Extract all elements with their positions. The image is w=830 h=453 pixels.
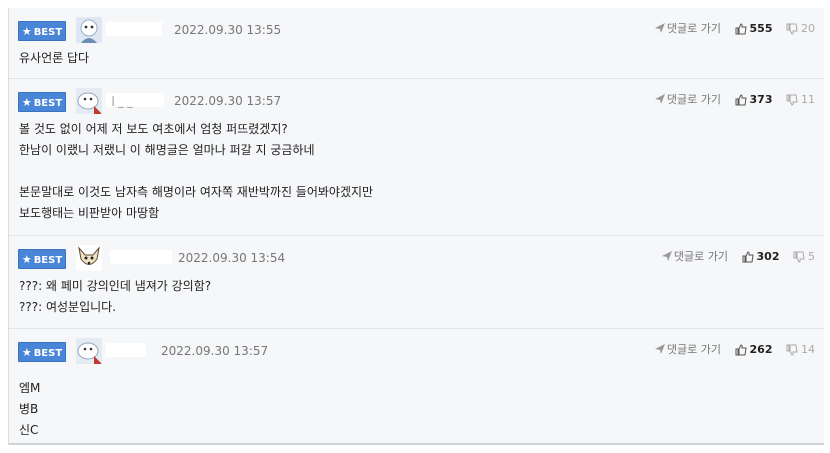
like-count: 302 [756, 249, 780, 263]
comment-body: ???: 왜 페미 강의인데 냄져가 강의함? ???: 여성분입니다. [19, 276, 211, 318]
dislike-button[interactable]: 5 [793, 250, 815, 263]
send-arrow-icon [654, 344, 665, 354]
comment-line: 볼 것도 없이 어제 저 보도 여초에서 엄청 퍼뜨렸겠지? [19, 122, 288, 136]
comment-header: ★ BEST 2022.09.30 13:54 댓글로 가기 302 5 [9, 236, 824, 276]
comment-line: 병B [19, 402, 39, 416]
comment-line [19, 161, 373, 182]
dislike-button[interactable]: 20 [786, 22, 815, 35]
comment-line: 한남이 이랬니 저랬니 이 해명글은 얼마나 퍼갈 지 궁금하네 [19, 143, 315, 157]
avatar-image [76, 245, 102, 271]
comment-actions: 댓글로 가기 262 14 [654, 341, 815, 357]
thumbs-up-icon [742, 250, 754, 262]
thumbs-up-icon [735, 343, 747, 355]
star-icon: ★ [21, 253, 32, 266]
best-badge: ★ BEST [18, 92, 66, 112]
comment-line: 엠M [19, 381, 41, 395]
avatar[interactable] [76, 17, 102, 43]
comment-header: ★ BEST 2022.09.30 13:55 댓글로 가기 555 20 [9, 8, 824, 48]
comment-date: 2022.09.30 13:57 [161, 344, 269, 358]
dislike-count: 20 [801, 21, 815, 35]
comment-header: ★ BEST 2022.09.30 13:57 댓글로 가기 262 14 [9, 329, 824, 369]
nickname-mask [106, 343, 146, 357]
comment-line: 본문말대로 이것도 남자측 해명이라 여자쪽 재반박까진 들어봐야겠지만 [19, 185, 374, 199]
go-to-reply-link[interactable]: 댓글로 가기 [661, 249, 728, 263]
avatar-image [76, 88, 102, 114]
comment-line: ???: 여성분입니다. [19, 300, 117, 314]
avatar-image [76, 17, 102, 43]
avatar-image [76, 338, 102, 364]
dislike-count: 11 [801, 92, 815, 106]
comment-item: ★BEST 2022.09.30 13:55 댓글로 가기 555 20 유사 [9, 8, 824, 79]
avatar[interactable] [76, 88, 102, 114]
send-arrow-icon [661, 251, 672, 261]
comment-actions: 댓글로 가기 555 20 [654, 20, 815, 36]
comment-body: 유사언론 답다 [19, 48, 89, 69]
comment-item: ★ BEST ㅣ_ _ 2022.09.30 13:57 댓글로 가기 373 1… [9, 79, 824, 236]
star-icon: ★ [21, 96, 32, 109]
comment-line: 신C [19, 423, 39, 437]
send-arrow-icon [654, 23, 665, 33]
like-button[interactable]: 262 [735, 343, 773, 356]
nickname[interactable]: ㅣ_ _ [108, 93, 133, 109]
comment-header: ★ BEST ㅣ_ _ 2022.09.30 13:57 댓글로 가기 373 1… [9, 79, 824, 119]
nickname-mask [110, 250, 172, 264]
avatar[interactable] [76, 245, 102, 271]
thumbs-down-icon [786, 94, 798, 106]
comment-item: ★BEST 2022.09.30 13:57 댓글로 가기 262 14 엠M [9, 329, 824, 443]
like-button[interactable]: 555 [735, 22, 773, 35]
comment-date: 2022.09.30 13:54 [178, 251, 286, 265]
comment-list: ★BEST 2022.09.30 13:55 댓글로 가기 555 20 유사 [8, 8, 824, 445]
dislike-count: 5 [808, 249, 815, 263]
thumbs-down-icon [786, 23, 798, 35]
thumbs-down-icon [786, 344, 798, 356]
best-badge: ★ BEST [18, 21, 66, 41]
best-badge: ★ BEST [18, 249, 66, 269]
dislike-button[interactable]: 11 [786, 93, 815, 106]
best-badge: ★ BEST [18, 342, 66, 362]
dislike-count: 14 [801, 342, 815, 356]
star-icon: ★ [21, 346, 32, 359]
go-to-reply-link[interactable]: 댓글로 가기 [654, 342, 721, 356]
send-arrow-icon [654, 94, 665, 104]
like-button[interactable]: 373 [735, 93, 773, 106]
thumbs-up-icon [735, 93, 747, 105]
comment-body: 엠M 병B 신C [19, 378, 40, 441]
star-icon: ★ [21, 25, 32, 38]
list-bottom-border [9, 443, 824, 445]
thumbs-down-icon [793, 251, 805, 263]
go-to-reply-link[interactable]: 댓글로 가기 [654, 21, 721, 35]
comment-actions: 댓글로 가기 302 5 [661, 248, 815, 264]
comment-line: 보도행태는 비판받아 마땅함 [19, 206, 160, 220]
avatar[interactable] [76, 338, 102, 364]
go-to-reply-link[interactable]: 댓글로 가기 [654, 92, 721, 106]
dislike-button[interactable]: 14 [786, 343, 815, 356]
thumbs-up-icon [735, 22, 747, 34]
comment-date: 2022.09.30 13:55 [174, 23, 282, 37]
comment-actions: 댓글로 가기 373 11 [654, 91, 815, 107]
comment-item: ★BEST 2022.09.30 13:54 댓글로 가기 302 5 ??? [9, 236, 824, 329]
comment-body: 볼 것도 없이 어제 저 보도 여초에서 엄청 퍼뜨렸겠지? 한남이 이랬니 저… [19, 119, 373, 224]
like-count: 555 [749, 21, 773, 35]
comment-line: ???: 왜 페미 강의인데 냄져가 강의함? [19, 279, 212, 293]
comment-line: 유사언론 답다 [19, 51, 90, 65]
like-count: 262 [749, 342, 773, 356]
like-button[interactable]: 302 [742, 250, 780, 263]
comment-date: 2022.09.30 13:57 [174, 94, 282, 108]
like-count: 373 [749, 92, 773, 106]
nickname-mask [106, 22, 162, 36]
